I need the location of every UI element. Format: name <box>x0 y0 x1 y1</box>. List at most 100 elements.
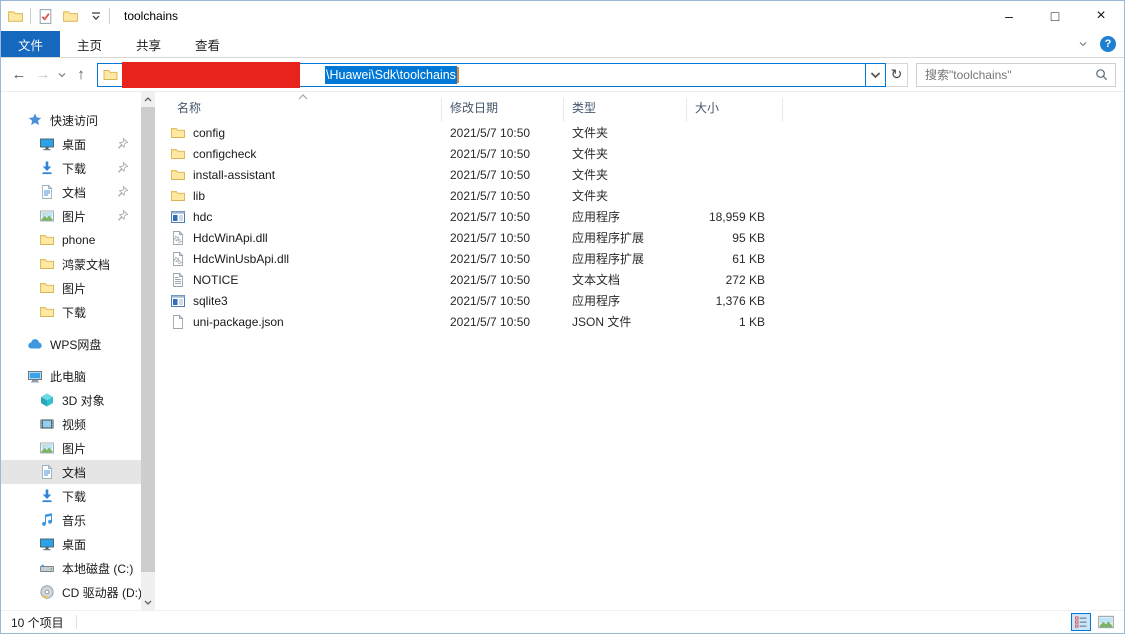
folder-icon <box>39 304 55 320</box>
quick-access-toolbar-dropdown-icon[interactable] <box>89 9 103 23</box>
sidebar-item[interactable]: phone <box>1 228 141 252</box>
ribbon-tab[interactable]: 查看 <box>178 31 237 57</box>
ribbon-tab[interactable]: 共享 <box>119 31 178 57</box>
column-header-name[interactable]: 名称 <box>169 98 442 122</box>
sidebar-item-label: 本地磁盘 (C:) <box>62 560 133 577</box>
sidebar-item[interactable]: 下载 <box>1 300 141 324</box>
maximize-button[interactable]: □ <box>1032 1 1078 31</box>
sidebar-item-label: 快速访问 <box>50 112 98 129</box>
file-list-pane: 名称 修改日期 类型 大小 config2021/5/7 10:50文件夹con… <box>155 92 1124 610</box>
file-row[interactable]: config2021/5/7 10:50文件夹 <box>169 122 1124 143</box>
thumbnails-view-button[interactable] <box>1096 613 1116 631</box>
file-type: JSON 文件 <box>564 313 687 330</box>
sidebar-item-label: 图片 <box>62 208 86 225</box>
file-row[interactable]: NOTICE2021/5/7 10:50文本文档272 KB <box>169 269 1124 290</box>
pin-icon <box>116 209 129 222</box>
navigation-pane: 快速访问桌面下载文档图片phone鸿蒙文档图片下载WPS网盘此电脑3D 对象视频… <box>1 92 141 610</box>
refresh-button[interactable]: ↻ <box>886 63 908 87</box>
details-view-button[interactable] <box>1071 613 1091 631</box>
sidebar-item[interactable]: 文档 <box>1 180 141 204</box>
sort-ascending-icon[interactable] <box>297 93 309 101</box>
sidebar-item[interactable]: 文档 <box>1 460 141 484</box>
ribbon-tabs: 文件主页共享查看 ? <box>1 31 1124 58</box>
ribbon-collapse-icon[interactable] <box>1076 37 1090 51</box>
picture-icon <box>39 208 55 224</box>
column-header-type[interactable]: 类型 <box>564 98 687 122</box>
sidebar-item[interactable]: 图片 <box>1 436 141 460</box>
file-row[interactable]: sqlite32021/5/7 10:50应用程序1,376 KB <box>169 290 1124 311</box>
file-size: 1,376 KB <box>687 294 783 308</box>
file-row[interactable]: install-assistant2021/5/7 10:50文件夹 <box>169 164 1124 185</box>
file-name: lib <box>193 189 205 203</box>
sidebar-item[interactable]: 图片 <box>1 204 141 228</box>
sidebar-item[interactable]: 桌面 <box>1 132 141 156</box>
sidebar-item[interactable]: 鸿蒙文档 <box>1 252 141 276</box>
file-row[interactable]: HdcWinApi.dll2021/5/7 10:50应用程序扩展95 KB <box>169 227 1124 248</box>
sidebar-item-label: 文档 <box>62 464 86 481</box>
cloud-icon <box>27 336 43 352</box>
file-row[interactable]: HdcWinUsbApi.dll2021/5/7 10:50应用程序扩展61 K… <box>169 248 1124 269</box>
sidebar-item-label: CD 驱动器 (D:) <box>62 584 141 601</box>
sidebar-item[interactable]: 此电脑 <box>1 364 141 388</box>
sidebar-item[interactable]: 快速访问 <box>1 108 141 132</box>
sidebar-item[interactable]: 下载 <box>1 484 141 508</box>
folder-icon <box>170 188 186 204</box>
sidebar-item[interactable]: 本地磁盘 (C:) <box>1 556 141 580</box>
sidebar-item[interactable]: CD 驱动器 (D:) <box>1 580 141 604</box>
file-size: 61 KB <box>687 252 783 266</box>
sidebar-item-label: phone <box>62 233 95 247</box>
sidebar-item[interactable]: 视频 <box>1 412 141 436</box>
forward-button[interactable]: → <box>31 63 55 87</box>
new-folder-icon[interactable] <box>62 8 79 25</box>
sidebar-item[interactable]: 桌面 <box>1 532 141 556</box>
item-count: 10 个项目 <box>11 614 64 631</box>
sidebar-scrollbar[interactable] <box>141 92 155 610</box>
file-row[interactable]: uni-package.json2021/5/7 10:50JSON 文件1 K… <box>169 311 1124 332</box>
sidebar-item[interactable]: 图片 <box>1 276 141 300</box>
app-icon <box>170 209 186 225</box>
document-icon <box>39 184 55 200</box>
pin-icon <box>116 137 129 150</box>
sidebar-item[interactable]: WPS网盘 <box>1 332 141 356</box>
sidebar-item-label: 桌面 <box>62 136 86 153</box>
sidebar-item-label: 文档 <box>62 184 86 201</box>
up-button[interactable]: ↑ <box>69 63 93 87</box>
scroll-down-icon[interactable] <box>141 595 155 610</box>
file-row[interactable]: lib2021/5/7 10:50文件夹 <box>169 185 1124 206</box>
file-icon <box>170 314 186 330</box>
recent-locations-icon[interactable] <box>55 63 69 87</box>
minimize-button[interactable]: – <box>986 1 1032 31</box>
close-button[interactable]: × <box>1078 1 1124 31</box>
column-header-size[interactable]: 大小 <box>687 98 783 122</box>
music-icon <box>39 512 55 528</box>
sidebar-item-label: 下载 <box>62 304 86 321</box>
sidebar-item[interactable]: 3D 对象 <box>1 388 141 412</box>
file-date: 2021/5/7 10:50 <box>442 126 564 140</box>
address-path-selected-text[interactable]: \Huawei\Sdk\toolchains <box>325 66 457 84</box>
file-date: 2021/5/7 10:50 <box>442 315 564 329</box>
file-row[interactable]: hdc2021/5/7 10:50应用程序18,959 KB <box>169 206 1124 227</box>
back-button[interactable]: ← <box>7 63 31 87</box>
folder-icon <box>170 125 186 141</box>
file-row[interactable]: configcheck2021/5/7 10:50文件夹 <box>169 143 1124 164</box>
help-button[interactable]: ? <box>1100 36 1116 52</box>
scroll-up-icon[interactable] <box>141 92 155 107</box>
cube-icon <box>39 392 55 408</box>
search-placeholder: 搜索"toolchains" <box>925 66 1094 83</box>
ribbon-tab[interactable]: 主页 <box>60 31 119 57</box>
address-dropdown-icon[interactable] <box>865 64 885 86</box>
sidebar-item-label: 下载 <box>62 488 86 505</box>
file-name: uni-package.json <box>193 315 284 329</box>
dll-icon <box>170 251 186 267</box>
ribbon-tab[interactable]: 文件 <box>1 31 60 57</box>
address-folder-icon <box>102 67 119 83</box>
sidebar-item-label: 图片 <box>62 280 86 297</box>
scrollbar-thumb[interactable] <box>141 107 155 572</box>
address-bar[interactable]: \Huawei\Sdk\toolchains <box>97 63 886 87</box>
properties-check-icon[interactable] <box>37 8 54 25</box>
sidebar-item[interactable]: 音乐 <box>1 508 141 532</box>
search-icon[interactable] <box>1094 67 1109 82</box>
search-input[interactable]: 搜索"toolchains" <box>916 63 1116 87</box>
sidebar-item[interactable]: 下载 <box>1 156 141 180</box>
column-header-date[interactable]: 修改日期 <box>442 98 564 122</box>
